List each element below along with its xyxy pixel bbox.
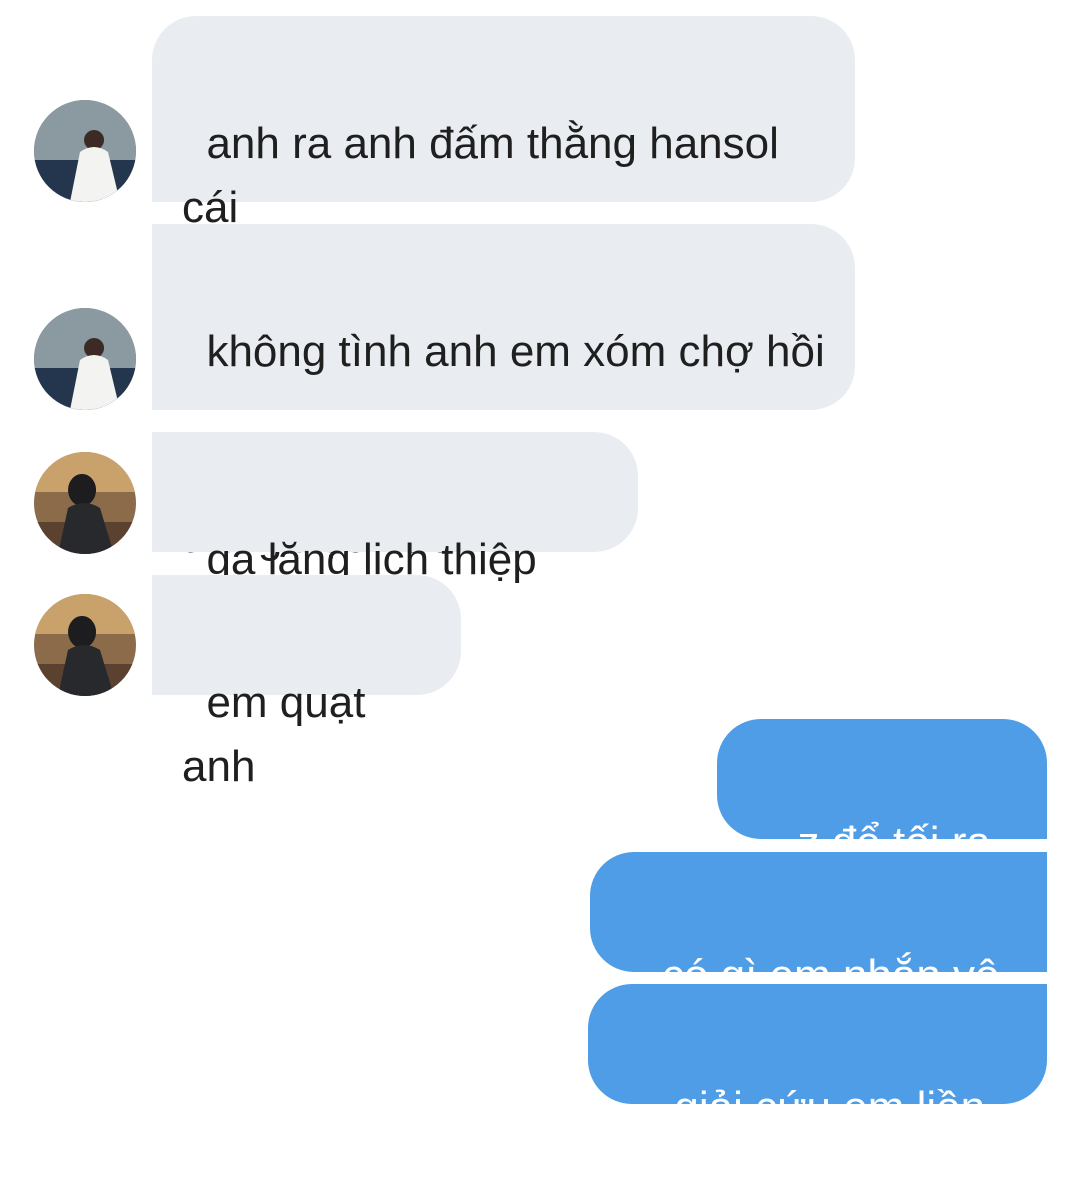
avatar-user-b[interactable] bbox=[34, 594, 136, 696]
message-text: giải cứu em liền nhe bbox=[674, 1083, 998, 1196]
message-bubble-incoming[interactable]: ga lăng lịch thiệp quá bbox=[152, 432, 638, 648]
message-bubble-incoming[interactable]: anh ra anh đấm thằng hansol cái bbox=[152, 16, 855, 232]
message-text: anh ra anh đấm thằng hansol cái bbox=[182, 119, 779, 232]
message-bubble-outgoing[interactable]: có gì em nhắn vô gr bbox=[590, 852, 1047, 1064]
avatar-user-a[interactable] bbox=[34, 100, 136, 202]
message-bubble-incoming[interactable]: không tình anh em xóm chợ hồi trung học … bbox=[152, 224, 855, 562]
message-bubble-outgoing[interactable]: z để tối ra thử bbox=[717, 719, 1047, 931]
message-bubble-outgoing[interactable]: giải cứu em liền nhe bbox=[588, 984, 1047, 1196]
message-text: em quạt anh bbox=[182, 678, 378, 791]
message-bubble-incoming[interactable]: em quạt anh bbox=[152, 575, 461, 791]
avatar-user-b[interactable] bbox=[34, 452, 136, 554]
avatar-user-a[interactable] bbox=[34, 308, 136, 410]
